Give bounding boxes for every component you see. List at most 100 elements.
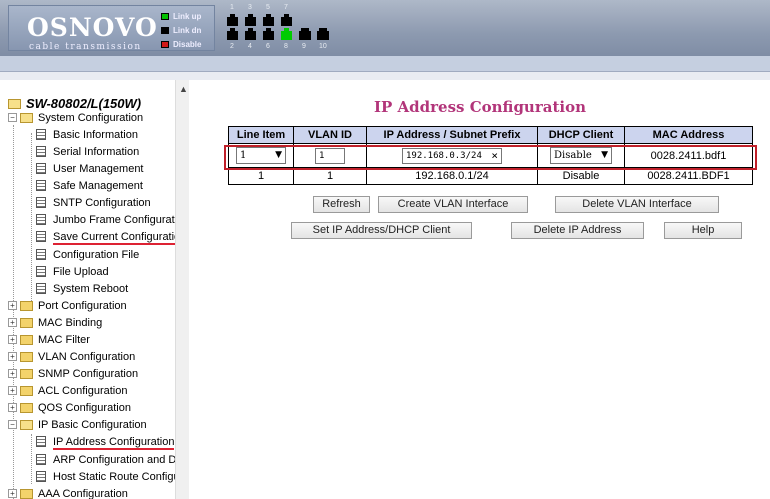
column-header: MAC Address — [624, 126, 753, 144]
sidebar-item-mac-filter[interactable]: + MAC Filter — [8, 332, 90, 349]
port-4-icon[interactable] — [245, 28, 256, 40]
sidebar-item-ip-basic-configuration[interactable]: − IP Basic Configuration — [8, 417, 147, 434]
delete-vlan-interface-button[interactable]: Delete VLAN Interface — [555, 196, 719, 213]
sidebar-item-serial-information[interactable]: Serial Information — [36, 144, 139, 161]
sidebar-item-port-configuration[interactable]: + Port Configuration — [8, 298, 127, 315]
expand-icon[interactable]: + — [8, 489, 17, 498]
port-panel: 1 3 5 7 2 4 6 8 9 10 — [224, 4, 364, 50]
sidebar-item-basic-information[interactable]: Basic Information — [36, 127, 138, 144]
tree-line — [31, 133, 32, 303]
sidebar-item-jumbo-frame[interactable]: Jumbo Frame Configuratio — [36, 212, 179, 229]
top-banner: OSNOVO cable transmission Link up Link d… — [0, 0, 770, 56]
line-item-select[interactable]: 1 ▼ — [236, 147, 286, 164]
sidebar-item-mac-binding[interactable]: + MAC Binding — [8, 315, 102, 332]
port-2-icon[interactable] — [227, 28, 238, 40]
ip-address-table: Line Item VLAN ID IP Address / Subnet Pr… — [228, 126, 753, 185]
expand-icon[interactable]: + — [8, 335, 17, 344]
table-cell: 1 — [228, 167, 294, 185]
logo: OSNOVO cable transmission Link up Link d… — [8, 5, 215, 52]
sidebar-item-ip-address-configuration[interactable]: IP Address Configuration — [36, 434, 175, 451]
table-cell: Disable — [537, 167, 625, 185]
page-icon — [36, 283, 46, 294]
expand-icon[interactable]: + — [8, 352, 17, 361]
set-ip-address-button[interactable]: Set IP Address/DHCP Client — [291, 222, 472, 239]
sidebar-item-qos-configuration[interactable]: + QOS Configuration — [8, 400, 131, 417]
sidebar-scrollbar[interactable]: ▲ — [175, 80, 189, 499]
port-number: 4 — [248, 43, 252, 50]
folder-open-icon — [20, 419, 33, 430]
link-down-lamp-icon — [161, 26, 169, 34]
sidebar-item-acl-configuration[interactable]: + ACL Configuration — [8, 383, 127, 400]
legend-link-up: Link up — [161, 10, 201, 22]
sidebar-item-arp-configuration[interactable]: ARP Configuration and Dis — [36, 452, 179, 469]
create-vlan-interface-button[interactable]: Create VLAN Interface — [378, 196, 528, 213]
port-1-icon[interactable] — [227, 14, 238, 26]
folder-icon — [20, 368, 33, 379]
sidebar-item-vlan-configuration[interactable]: + VLAN Configuration — [8, 349, 135, 366]
port-5-icon[interactable] — [263, 14, 274, 26]
collapse-icon[interactable]: − — [8, 113, 17, 122]
legend-link-down: Link dn — [161, 24, 201, 36]
tree-line — [31, 434, 32, 484]
page-icon — [36, 146, 46, 157]
port-number: 2 — [230, 43, 234, 50]
expand-icon[interactable]: + — [8, 318, 17, 327]
dhcp-client-select[interactable]: Disable ▼ — [550, 147, 612, 164]
link-up-lamp-icon — [161, 12, 169, 20]
page-icon — [36, 471, 46, 482]
expand-icon[interactable]: + — [8, 369, 17, 378]
vlan-id-input[interactable]: 1 — [315, 147, 345, 164]
sidebar-item-system-configuration[interactable]: − System Configuration — [8, 110, 143, 127]
sidebar-item-aaa-configuration[interactable]: + AAA Configuration — [8, 486, 128, 499]
device-root[interactable]: SW-80802/L(150W) — [8, 96, 141, 111]
scroll-up-icon[interactable]: ▲ — [179, 84, 188, 94]
page-icon — [36, 163, 46, 174]
ip-address-input[interactable]: 192.168.0.3/24 × — [402, 147, 502, 164]
sidebar-item-user-management[interactable]: User Management — [36, 161, 144, 178]
sidebar-item-system-reboot[interactable]: System Reboot — [36, 281, 128, 298]
page-icon — [36, 266, 46, 277]
column-header: IP Address / Subnet Prefix — [366, 126, 538, 144]
expand-icon[interactable]: + — [8, 301, 17, 310]
folder-icon — [20, 317, 33, 328]
table-cell: 0028.2411.BDF1 — [624, 167, 753, 185]
port-number: 6 — [266, 43, 270, 50]
page-icon — [36, 231, 46, 242]
expand-icon[interactable]: + — [8, 386, 17, 395]
folder-icon — [20, 385, 33, 396]
port-8-icon[interactable] — [281, 28, 292, 40]
port-3-icon[interactable] — [245, 14, 256, 26]
page-icon — [36, 249, 46, 260]
sidebar-item-host-static-route[interactable]: Host Static Route Configur — [36, 469, 179, 486]
folder-open-icon — [20, 112, 33, 123]
sidebar-item-safe-management[interactable]: Safe Management — [36, 178, 143, 195]
sidebar-item-sntp-configuration[interactable]: SNTP Configuration — [36, 195, 151, 212]
clear-icon[interactable]: × — [491, 149, 498, 163]
sidebar-item-save-current-configuration[interactable]: Save Current Configuratior — [36, 229, 179, 246]
port-number: 10 — [319, 43, 327, 50]
help-button[interactable]: Help — [664, 222, 742, 239]
collapse-icon[interactable]: − — [8, 420, 17, 429]
column-header: DHCP Client — [537, 126, 625, 144]
header-gap — [0, 72, 770, 80]
delete-ip-address-button[interactable]: Delete IP Address — [511, 222, 644, 239]
folder-open-icon — [8, 98, 21, 109]
port-7-icon[interactable] — [281, 14, 292, 26]
mac-address-cell: 0028.2411.bdf1 — [624, 143, 753, 168]
sidebar: SW-80802/L(150W) − System Configuration B… — [0, 80, 180, 499]
page-icon — [36, 436, 46, 447]
table-row[interactable]: 1 1 192.168.0.1/24 Disable 0028.2411.BDF… — [228, 167, 753, 185]
port-10-icon[interactable] — [317, 28, 329, 40]
sidebar-item-snmp-configuration[interactable]: + SNMP Configuration — [8, 366, 138, 383]
port-9-icon[interactable] — [299, 28, 311, 40]
page-icon — [36, 454, 46, 465]
table-header-row: Line Item VLAN ID IP Address / Subnet Pr… — [228, 126, 753, 144]
expand-icon[interactable]: + — [8, 403, 17, 412]
port-6-icon[interactable] — [263, 28, 274, 40]
logo-text: OSNOVO — [27, 13, 158, 42]
sidebar-item-configuration-file[interactable]: Configuration File — [36, 247, 139, 264]
sidebar-item-file-upload[interactable]: File Upload — [36, 264, 109, 281]
refresh-button[interactable]: Refresh — [313, 196, 370, 213]
device-name: SW-80802/L(150W) — [26, 96, 142, 111]
port-number: 7 — [284, 4, 288, 11]
